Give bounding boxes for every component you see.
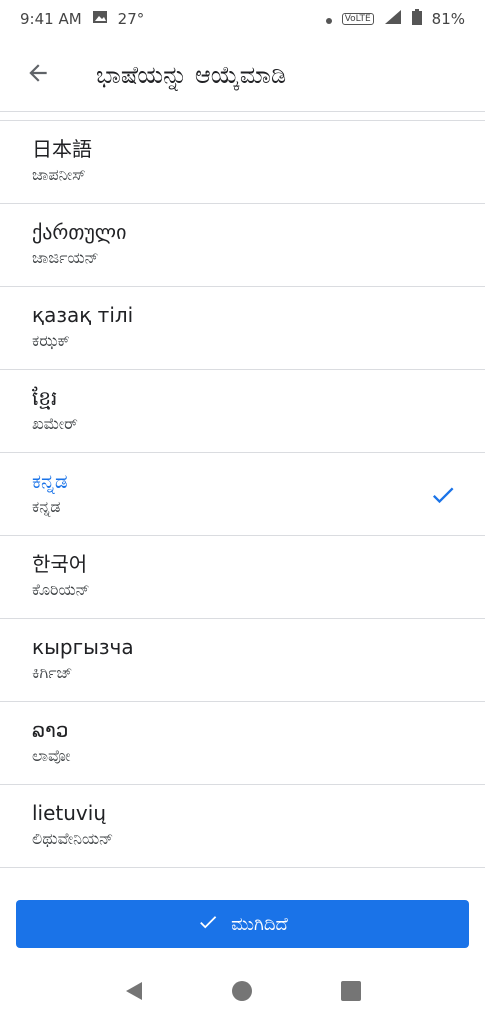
language-native-name: ລາວ xyxy=(32,718,69,742)
status-bar: 9:41 AM 27° VoLTE 81% xyxy=(0,0,485,38)
language-native-name: ქართული xyxy=(32,220,127,244)
language-native-name: 한국어 xyxy=(32,552,88,576)
language-native-name: қазақ тілі xyxy=(32,303,134,327)
list-item-japanese[interactable]: 日本語 ಜಾಪನೀಸ್ xyxy=(0,121,485,204)
nav-back-icon[interactable] xyxy=(123,980,145,1006)
volte-icon: VoLTE xyxy=(341,13,374,25)
list-item-kazakh[interactable]: қазақ тілі ಕಝಕ್ xyxy=(0,287,485,370)
language-label: ಕನ್ನಡ xyxy=(32,497,61,516)
done-button[interactable]: ಮುಗಿದಿದೆ xyxy=(16,900,469,948)
language-label: ಲಿಥುವೇನಿಯನ್ xyxy=(32,829,114,848)
language-native-name: ಕನ್ನಡ xyxy=(32,469,68,493)
back-button[interactable] xyxy=(14,51,62,99)
image-icon xyxy=(92,9,108,29)
language-label: ಲಾವೋ xyxy=(32,746,71,765)
system-nav-bar xyxy=(0,962,485,1024)
language-label: ಕಿರ್ಗಿಜ್ xyxy=(32,663,73,682)
list-item-lithuanian[interactable]: lietuvių ಲಿಥುವೇನಿಯನ್ xyxy=(0,785,485,868)
check-icon xyxy=(429,481,457,509)
list-item-kannada[interactable]: ಕನ್ನಡ ಕನ್ನಡ xyxy=(0,453,485,536)
list-item-khmer[interactable]: ខ្មែរ ಖಮೇರ್ xyxy=(0,370,485,453)
language-label: ಕೊರಿಯನ್ xyxy=(32,580,90,599)
app-bar: ಭಾಷೆಯನ್ನು ಆಯ್ಕೆಮಾಡಿ xyxy=(0,38,485,112)
language-native-name: ខ្មែរ xyxy=(32,386,58,410)
language-native-name: 日本語 xyxy=(32,137,92,161)
battery-icon xyxy=(411,9,422,29)
list-item-kyrgyz[interactable]: кыргызча ಕಿರ್ಗಿಜ್ xyxy=(0,619,485,702)
status-left: 9:41 AM 27° xyxy=(20,9,144,29)
arrow-back-icon xyxy=(25,60,51,90)
notification-dot-icon xyxy=(325,10,332,28)
done-button-label: ಮುಗಿದಿದೆ xyxy=(231,913,288,935)
status-time: 9:41 AM xyxy=(20,10,82,28)
list-item-korean[interactable]: 한국어 ಕೊರಿಯನ್ xyxy=(0,536,485,619)
language-native-name: кыргызча xyxy=(32,635,134,659)
language-label: ಜಾಪನೀಸ್ xyxy=(32,165,86,184)
page-title: ಭಾಷೆಯನ್ನು ಆಯ್ಕೆಮಾಡಿ xyxy=(96,60,287,89)
language-list: 日本語 ಜಾಪನೀಸ್ ქართული ಜಾರ್ಜಿಯನ್ қазақ тілі… xyxy=(0,120,485,868)
language-label: ಕಝಕ್ xyxy=(32,331,70,350)
nav-recents-icon[interactable] xyxy=(340,980,362,1006)
status-right: VoLTE 81% xyxy=(325,9,465,29)
signal-icon xyxy=(384,9,402,29)
language-label: ಜಾರ್ಜಿಯನ್ xyxy=(32,248,99,267)
nav-home-icon[interactable] xyxy=(231,980,253,1006)
list-item-georgian[interactable]: ქართული ಜಾರ್ಜಿಯನ್ xyxy=(0,204,485,287)
language-native-name: lietuvių xyxy=(32,801,107,825)
check-icon xyxy=(197,911,219,938)
status-temperature: 27° xyxy=(117,10,145,28)
language-label: ಖಮೇರ್ xyxy=(32,414,78,433)
list-item-lao[interactable]: ລາວ ಲಾವೋ xyxy=(0,702,485,785)
battery-level: 81% xyxy=(431,10,465,28)
